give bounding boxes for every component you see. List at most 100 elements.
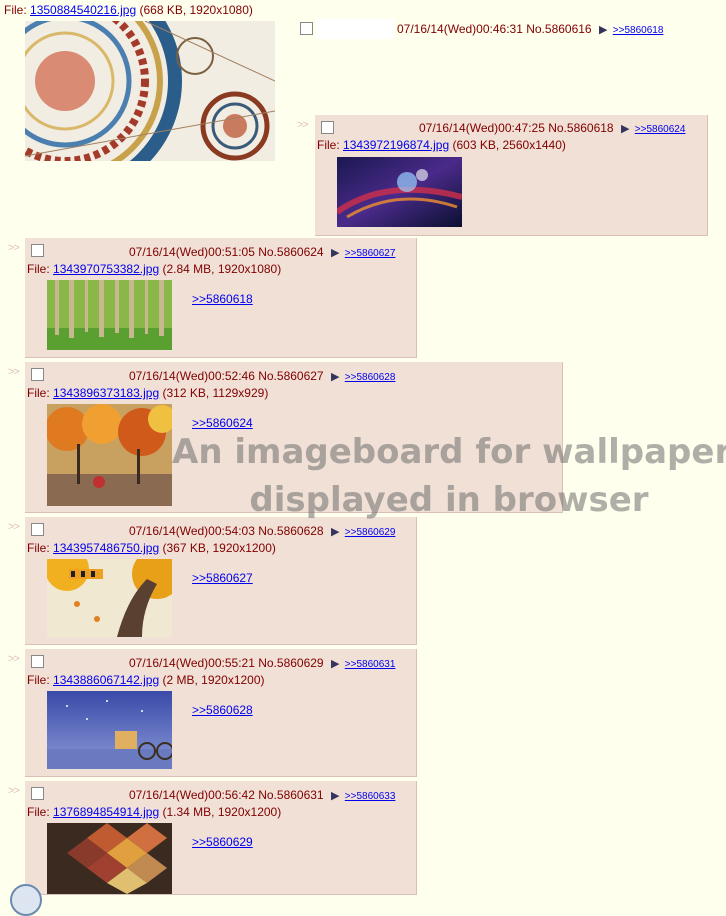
reply-checkbox[interactable] [31, 523, 44, 536]
reply-file-line: File: 1343896373183.jpg (312 KB, 1129x92… [27, 386, 268, 400]
file-label: File: [317, 138, 340, 152]
reply-arrows: >> [8, 521, 20, 533]
reply-checkbox[interactable] [31, 368, 44, 381]
reply-post: 07/16/14(Wed)00:55:21 No.5860629 ▶ >>586… [25, 649, 417, 777]
reply-checkbox[interactable] [31, 787, 44, 800]
reply-post: 07/16/14(Wed)00:54:03 No.5860628 ▶ >>586… [25, 517, 417, 645]
reply-meta: 07/16/14(Wed)00:56:42 No.5860631 ▶ >>586… [129, 788, 395, 802]
reply-post: 07/16/14(Wed)00:47:25 No.5860618 ▶ >>586… [315, 115, 708, 236]
reply-datetime: 07/16/14(Wed)00:56:42 [129, 788, 255, 802]
reply-file-info: (367 KB, 1920x1200) [162, 541, 276, 555]
reply-arrows: >> [8, 242, 20, 254]
op-name-area [316, 19, 394, 39]
reply-post-number[interactable]: No.5860624 [258, 245, 323, 259]
post-menu-icon[interactable]: ▶ [331, 371, 339, 383]
reply-datetime: 07/16/14(Wed)00:47:25 [419, 121, 545, 135]
reply-file-info: (1.34 MB, 1920x1200) [162, 805, 282, 819]
reply-post-number[interactable]: No.5860627 [258, 369, 323, 383]
reply-quote-link[interactable]: >>5860618 [192, 292, 253, 306]
post-menu-icon[interactable]: ▶ [621, 123, 629, 135]
reply-file-info: (312 KB, 1129x929) [162, 386, 269, 400]
file-label: File: [27, 386, 50, 400]
reply-meta: 07/16/14(Wed)00:52:46 No.5860627 ▶ >>586… [129, 369, 395, 383]
reply-thumbnail[interactable] [47, 823, 172, 894]
post-menu-icon[interactable]: ▶ [331, 526, 339, 538]
reply-backlink[interactable]: >>5860624 [635, 124, 686, 135]
reply-backlink[interactable]: >>5860628 [345, 372, 396, 383]
reply-quote-link[interactable]: >>5860629 [192, 835, 253, 849]
reply-post-number[interactable]: No.5860628 [258, 524, 323, 538]
reply-meta: 07/16/14(Wed)00:51:05 No.5860624 ▶ >>586… [129, 245, 395, 259]
file-label: File: [27, 262, 50, 276]
reply-arrows: >> [8, 785, 20, 797]
reply-thumbnail-art [47, 559, 172, 637]
reply-thumbnail-art [47, 280, 172, 350]
reply-file-line: File: 1343957486750.jpg (367 KB, 1920x12… [27, 541, 276, 555]
reply-file-info: (603 KB, 2560x1440) [452, 138, 566, 152]
reply-file-link[interactable]: 1343957486750.jpg [53, 541, 159, 555]
reply-quote-link[interactable]: >>5860627 [192, 571, 253, 585]
reply-checkbox[interactable] [31, 655, 44, 668]
op-post-number[interactable]: No.5860616 [526, 22, 591, 36]
reply-thumbnail[interactable] [47, 404, 172, 506]
reply-file-link[interactable]: 1343972196874.jpg [343, 138, 449, 152]
reply-file-line: File: 1376894854914.jpg (1.34 MB, 1920x1… [27, 805, 281, 819]
reply-post-number[interactable]: No.5860631 [258, 788, 323, 802]
reply-thumbnail-art [47, 691, 172, 769]
reply-datetime: 07/16/14(Wed)00:52:46 [129, 369, 255, 383]
post-menu-icon[interactable]: ▶ [599, 24, 607, 36]
reply-thumbnail-art [337, 157, 462, 227]
scroll-top-icon[interactable] [10, 884, 42, 916]
reply-thumbnail[interactable] [47, 559, 172, 637]
op-checkbox[interactable] [300, 22, 313, 35]
reply-arrows: >> [8, 366, 20, 378]
reply-file-info: (2.84 MB, 1920x1080) [162, 262, 282, 276]
file-label: File: [4, 3, 27, 17]
reply-file-line: File: 1343886067142.jpg (2 MB, 1920x1200… [27, 673, 265, 687]
reply-thumbnail[interactable] [47, 280, 172, 350]
reply-backlink[interactable]: >>5860627 [345, 248, 396, 259]
reply-backlink[interactable]: >>5860633 [345, 791, 396, 802]
reply-meta: 07/16/14(Wed)00:55:21 No.5860629 ▶ >>586… [129, 656, 395, 670]
post-menu-icon[interactable]: ▶ [331, 247, 339, 259]
watermark-line-2: displayed in browser [249, 480, 649, 520]
reply-arrows: >> [297, 119, 309, 131]
reply-file-link[interactable]: 1343886067142.jpg [53, 673, 159, 687]
reply-file-link[interactable]: 1343970753382.jpg [53, 262, 159, 276]
file-label: File: [27, 673, 50, 687]
watermark-caption: An imageboard for wallpapers displayed i… [172, 428, 726, 524]
reply-file-line: File: 1343972196874.jpg (603 KB, 2560x14… [317, 138, 566, 152]
post-menu-icon[interactable]: ▶ [331, 658, 339, 670]
reply-backlink[interactable]: >>5860629 [345, 527, 396, 538]
op-post-meta: 07/16/14(Wed)00:46:31 No.5860616 ▶ >>586… [397, 22, 663, 36]
reply-thumbnail-art [47, 823, 172, 894]
reply-meta: 07/16/14(Wed)00:54:03 No.5860628 ▶ >>586… [129, 524, 395, 538]
reply-file-link[interactable]: 1343896373183.jpg [53, 386, 159, 400]
reply-datetime: 07/16/14(Wed)00:54:03 [129, 524, 255, 538]
reply-thumbnail-art [47, 404, 172, 506]
file-label: File: [27, 541, 50, 555]
file-label: File: [27, 805, 50, 819]
reply-checkbox[interactable] [31, 244, 44, 257]
reply-thumbnail[interactable] [337, 157, 462, 227]
reply-thumbnail[interactable] [47, 691, 172, 769]
op-thumbnail[interactable] [25, 21, 275, 161]
reply-post-number[interactable]: No.5860618 [548, 121, 613, 135]
reply-datetime: 07/16/14(Wed)00:51:05 [129, 245, 255, 259]
reply-file-link[interactable]: 1376894854914.jpg [53, 805, 159, 819]
op-thumbnail-art [25, 21, 275, 161]
reply-backlink[interactable]: >>5860631 [345, 659, 396, 670]
op-file-info: (668 KB, 1920x1080) [139, 3, 253, 17]
reply-quote-link[interactable]: >>5860628 [192, 703, 253, 717]
post-menu-icon[interactable]: ▶ [331, 790, 339, 802]
reply-post: 07/16/14(Wed)00:51:05 No.5860624 ▶ >>586… [25, 238, 417, 358]
reply-datetime: 07/16/14(Wed)00:55:21 [129, 656, 255, 670]
reply-meta: 07/16/14(Wed)00:47:25 No.5860618 ▶ >>586… [419, 121, 685, 135]
op-backlink[interactable]: >>5860618 [613, 25, 664, 36]
op-file-link[interactable]: 1350884540216.jpg [30, 3, 136, 17]
reply-checkbox[interactable] [321, 121, 334, 134]
reply-post: 07/16/14(Wed)00:56:42 No.5860631 ▶ >>586… [25, 781, 417, 895]
reply-file-line: File: 1343970753382.jpg (2.84 MB, 1920x1… [27, 262, 281, 276]
reply-post-number[interactable]: No.5860629 [258, 656, 323, 670]
watermark-line-1: An imageboard for wallpapers [172, 432, 726, 472]
